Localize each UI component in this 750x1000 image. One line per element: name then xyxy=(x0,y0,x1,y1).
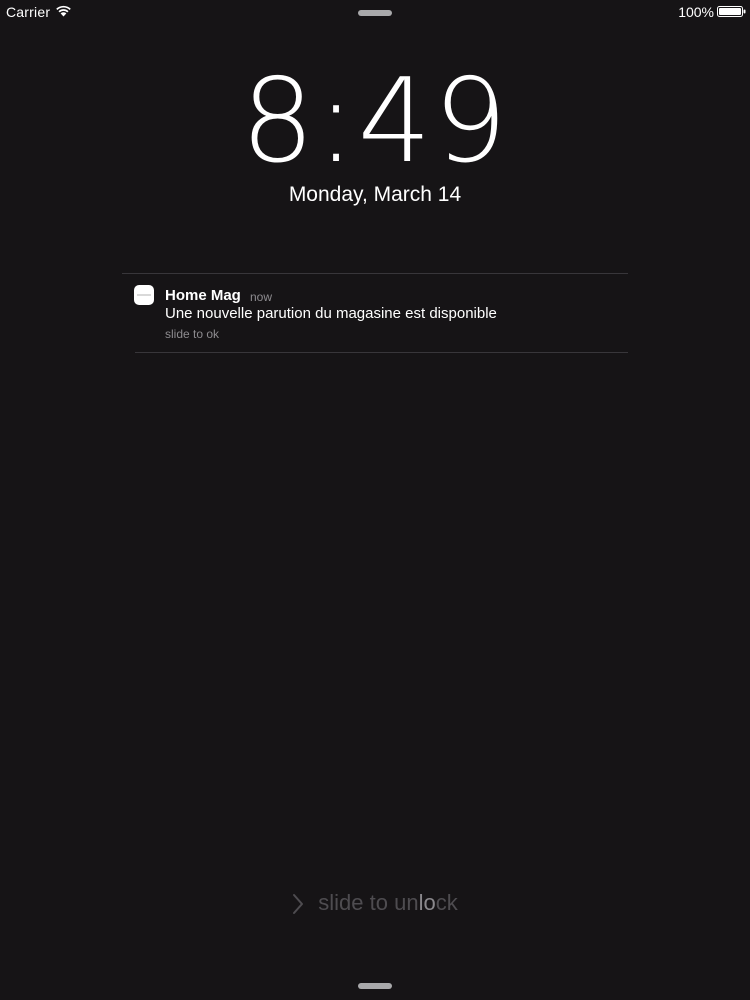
slide-to-unlock-label: slide to unlock xyxy=(318,890,457,915)
notification-action-hint: slide to ok xyxy=(165,327,220,341)
slide-to-unlock[interactable]: slide to unlock xyxy=(0,890,750,916)
status-bar: Carrier 100% xyxy=(0,0,750,26)
top-grabber-handle[interactable] xyxy=(358,10,392,16)
notification-app-name: Home Mag xyxy=(165,287,241,304)
clock-separator: : xyxy=(316,54,358,189)
notification-home-mag[interactable]: Home Mag now Une nouvelle parution du ma… xyxy=(122,274,628,352)
unlock-text-part1: slide to un xyxy=(318,890,419,915)
battery-percentage: 100% xyxy=(678,4,714,20)
clock-minutes: 49 xyxy=(357,54,510,189)
notification-time: now xyxy=(250,290,273,304)
notification-message: Une nouvelle parution du magasine est di… xyxy=(165,305,497,322)
unlock-text-highlight: lo xyxy=(418,890,436,915)
lock-screen: Carrier 100% 8:49 Monday, March 14 Home … xyxy=(0,0,750,1000)
clock-date: Monday, March 14 xyxy=(288,183,462,206)
notification-divider-bottom xyxy=(135,352,628,353)
carrier-label: Carrier xyxy=(6,4,51,20)
clock-hour: 8 xyxy=(240,54,317,189)
battery-icon xyxy=(717,6,746,17)
unlock-text-part2: ck xyxy=(435,890,458,915)
clock-time: 8:49 xyxy=(0,62,750,182)
wifi-icon xyxy=(56,5,71,17)
bottom-grabber-handle[interactable] xyxy=(358,983,392,989)
home-mag-app-icon xyxy=(134,285,154,305)
chevron-right-icon xyxy=(293,894,304,914)
